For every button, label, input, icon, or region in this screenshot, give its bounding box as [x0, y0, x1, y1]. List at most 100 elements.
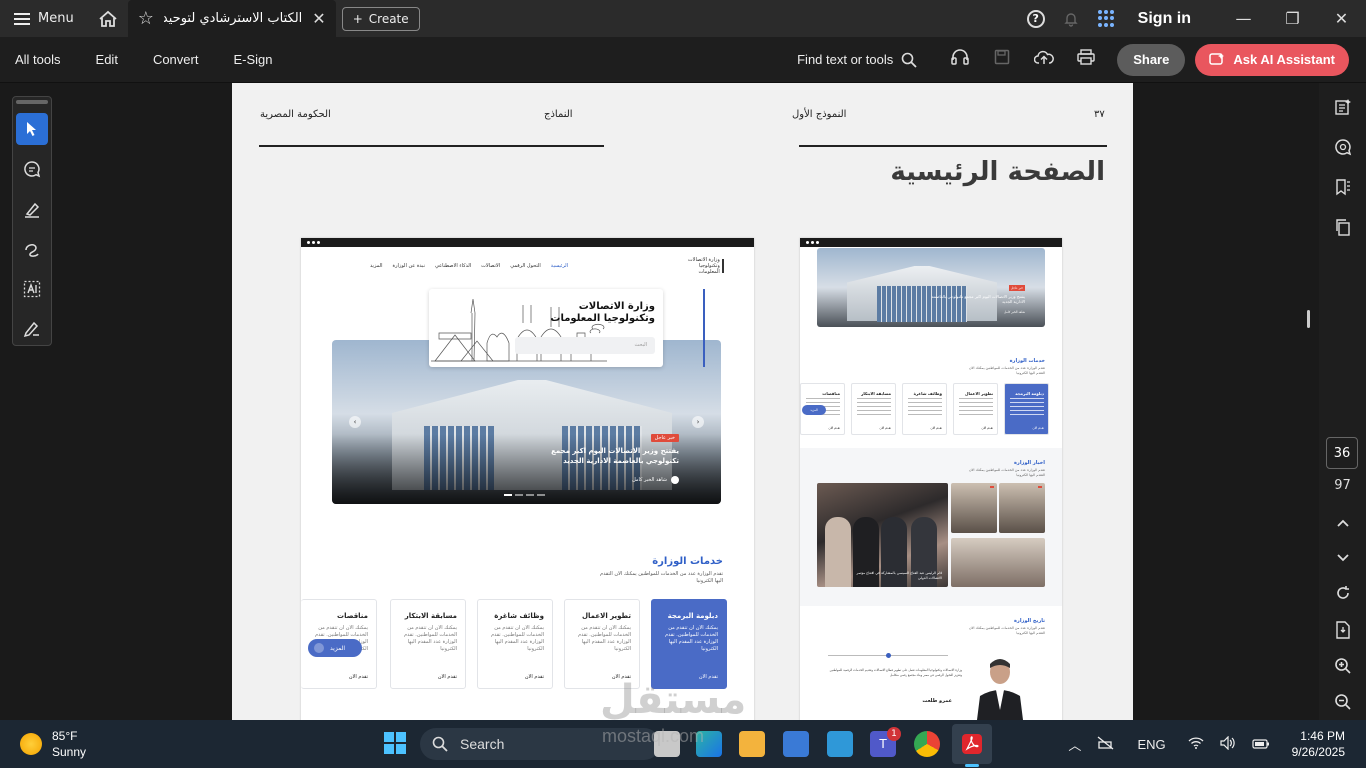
page-title: الصفحة الرئيسية	[890, 157, 1105, 187]
accent-line	[703, 289, 705, 367]
bookmarks-icon[interactable]	[1319, 167, 1366, 207]
page-thumbnail-icon[interactable]	[1319, 87, 1366, 127]
rail-drag-handle[interactable]	[16, 100, 48, 104]
tab-title: الكتاب الاسترشادي لتوحيد ال...	[163, 11, 303, 26]
active-app-indicator	[965, 764, 979, 767]
news-title: اخبار الوزارة	[1013, 460, 1045, 466]
service-desc: يمكنك الان ان تتقدم من الخدمات للمواطنين…	[665, 625, 718, 652]
sign-edit-icon[interactable]	[16, 313, 48, 345]
right-panel: 36 97	[1319, 83, 1366, 720]
tool-rail	[12, 96, 52, 346]
draw-freehand-icon[interactable]	[16, 233, 48, 265]
menu-button[interactable]: Menu	[0, 0, 88, 37]
panel-splitter[interactable]	[1307, 310, 1310, 328]
upload-cloud-icon[interactable]	[1023, 49, 1065, 70]
photos-icon[interactable]	[827, 731, 853, 757]
temperature: 85°F	[52, 729, 78, 743]
comments-icon[interactable]	[1319, 127, 1366, 167]
services-sub-small: تقدم الوزارة عدد من الخدمات للمواطنين يم…	[968, 366, 1045, 375]
copy-pages-icon[interactable]	[1319, 207, 1366, 247]
title-bar: Menu ☆ الكتاب الاسترشادي لتوحيد ال... ✕ …	[0, 0, 1366, 37]
home-icon	[99, 10, 117, 27]
zoom-in-icon[interactable]	[1319, 657, 1366, 679]
browser-bar	[301, 238, 754, 247]
service-action: تقدم الان	[524, 674, 544, 680]
chevron-left-icon: ‹	[349, 416, 361, 428]
header-rule-right	[799, 145, 1107, 147]
ai-assistant-label: Ask AI Assistant	[1233, 52, 1335, 67]
rotate-icon[interactable]	[1319, 585, 1366, 605]
sign-in-button[interactable]: Sign in	[1138, 10, 1191, 28]
zoom-out-icon[interactable]	[1319, 693, 1366, 715]
hero-title-card: وزارة الاتصالات وتكنولوجيا المعلومات الب…	[429, 289, 663, 367]
nav-ai: الذكاء الاصطناعي	[434, 263, 472, 269]
hero-headline: يفتتح وزير الاتصالات اليوم اكبر مجمع تكن…	[551, 447, 679, 465]
chevron-up-icon[interactable]	[1319, 513, 1366, 531]
share-button[interactable]: Share	[1117, 43, 1186, 76]
header-page-number: ٣٧	[1094, 109, 1105, 120]
header-model-one: النموذج الأول	[792, 109, 847, 120]
windows-start-icon[interactable]	[384, 732, 406, 754]
language-indicator[interactable]: ENG	[1137, 737, 1165, 752]
menu-label: Menu	[38, 11, 74, 26]
hero-title-line-1: وزارة الاتصالات	[578, 301, 655, 312]
close-window-button[interactable]: ✕	[1317, 0, 1366, 37]
chrome-icon[interactable]	[914, 731, 940, 757]
clock[interactable]: 1:46 PM 9/26/2025	[1292, 728, 1345, 760]
pdf-page: الحكومة المصرية النماذج النموذج الأول ٣٧…	[232, 83, 1133, 720]
apps-grid-icon[interactable]	[1097, 9, 1116, 28]
bell-icon[interactable]	[1063, 11, 1079, 27]
browser-bar	[800, 238, 1062, 247]
store-icon[interactable]	[783, 731, 809, 757]
headphones-icon[interactable]	[939, 49, 981, 70]
help-icon[interactable]: ?	[1026, 9, 1045, 28]
acrobat-taskbar-icon[interactable]	[952, 724, 992, 764]
network-off-icon[interactable]	[1097, 735, 1115, 753]
chevron-up-icon[interactable]: ︿	[1068, 735, 1081, 754]
text-select-icon[interactable]	[16, 273, 48, 305]
sun-icon	[20, 733, 42, 755]
close-tab-icon[interactable]: ✕	[312, 9, 325, 28]
highlight-pen-icon[interactable]	[16, 193, 48, 225]
news-sub: تقدم الوزارة عدد من الخدمات للمواطنين يم…	[968, 468, 1045, 477]
wifi-icon[interactable]	[1188, 736, 1204, 752]
chevron-down-icon[interactable]	[1319, 548, 1366, 566]
menu-all-tools[interactable]: All tools	[15, 52, 61, 67]
ai-assistant-button[interactable]: Ask AI Assistant	[1195, 43, 1349, 76]
main-toolbar: All tools Edit Convert E-Sign Find text …	[0, 37, 1366, 83]
menu-e-sign[interactable]: E-Sign	[233, 52, 272, 67]
home-button[interactable]	[88, 0, 128, 37]
fit-page-icon[interactable]	[1319, 621, 1366, 643]
save-icon[interactable]	[981, 49, 1023, 70]
service-title: دبلومة البرمجة	[667, 612, 718, 620]
ai-sparkle-icon	[1209, 52, 1225, 65]
service-card: مسابقة الابتكار يمكنك الان ان تتقدم من ا…	[390, 599, 466, 689]
print-icon[interactable]	[1065, 49, 1107, 70]
chevron-right-icon: ›	[692, 416, 704, 428]
nav-telecom: الاتصالات	[481, 263, 501, 269]
menu-edit[interactable]: Edit	[96, 52, 118, 67]
restore-button[interactable]: ❐	[1268, 0, 1317, 37]
comment-tool-icon[interactable]	[16, 153, 48, 185]
folder-icon[interactable]	[739, 731, 765, 757]
volume-icon[interactable]	[1220, 735, 1236, 753]
hamburger-icon	[14, 12, 30, 25]
watermark-arabic: مستقل	[600, 677, 747, 723]
select-tool-icon[interactable]	[16, 113, 48, 145]
homepage-mockup-full: خبر عاجل يفتتح وزير الاتصالات اليوم اكبر…	[800, 238, 1062, 720]
minimize-button[interactable]: —	[1219, 0, 1268, 37]
nav-home: الرئيسية	[550, 263, 568, 269]
current-page-input[interactable]: 36	[1326, 437, 1358, 469]
find-text-tools[interactable]: Find text or tools	[797, 52, 917, 68]
create-button[interactable]: + Create	[341, 6, 420, 31]
star-icon[interactable]: ☆	[138, 8, 154, 29]
document-tab[interactable]: ☆ الكتاب الاسترشادي لتوحيد ال... ✕	[127, 0, 336, 37]
hero-image-small: خبر عاجل يفتتح وزير الاتصالات اليوم اكبر…	[817, 248, 1045, 327]
weather-widget[interactable]: 85°F Sunny	[0, 728, 220, 760]
nav-digital: التحول الرقمي	[510, 263, 541, 269]
header-models: النماذج	[544, 109, 573, 120]
clock-time: 1:46 PM	[1300, 729, 1345, 743]
menu-convert[interactable]: Convert	[153, 52, 199, 67]
more-pill: المزيد	[308, 639, 362, 657]
battery-icon[interactable]	[1252, 737, 1270, 752]
